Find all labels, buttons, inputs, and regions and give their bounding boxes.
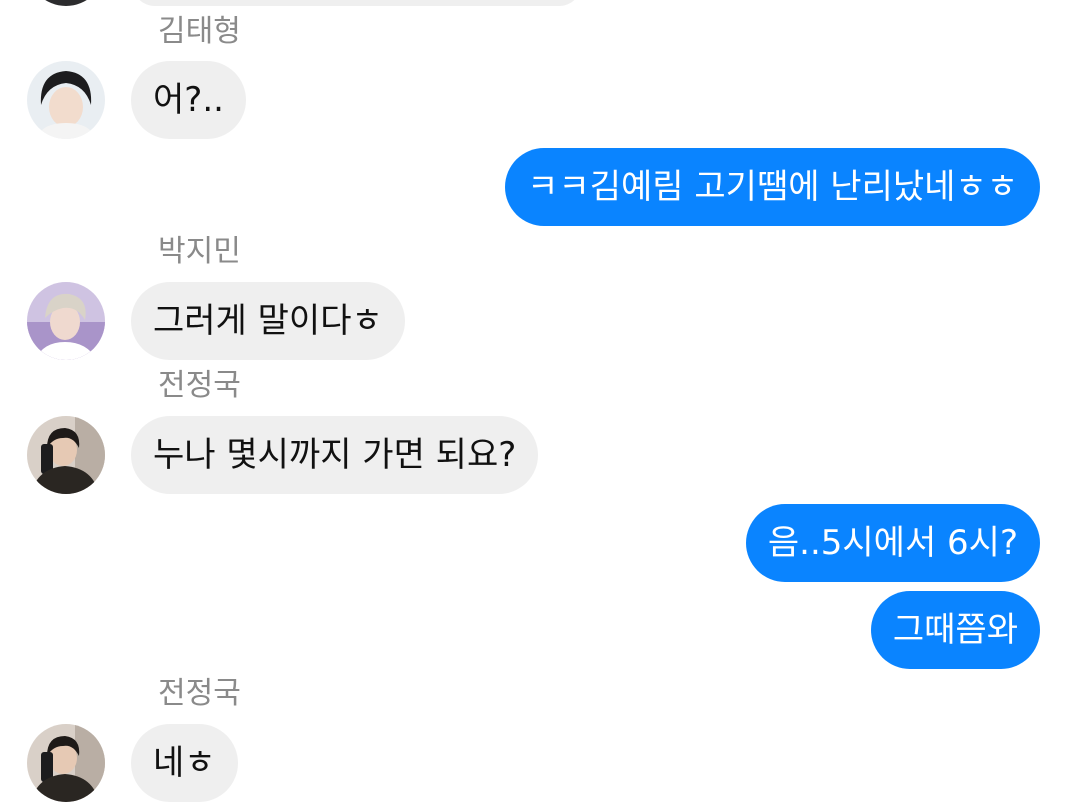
message-bubble-outgoing[interactable]: ㅋㅋ김예림 고기땜에 난리났네ㅎㅎ — [505, 148, 1040, 226]
message-bubble-incoming[interactable]: 그러게 말이다ㅎ — [131, 282, 405, 360]
user-avatar-icon[interactable] — [27, 282, 105, 360]
message-bubble-incoming[interactable]: 네ㅎ — [131, 724, 238, 802]
message-bubble-incoming[interactable]: 어?.. — [131, 61, 246, 139]
sender-name: 김태형 — [158, 14, 241, 49]
user-avatar-icon[interactable] — [27, 724, 105, 802]
user-avatar-icon[interactable] — [27, 61, 105, 139]
message-bubble-outgoing[interactable]: 그때쯤와 — [870, 591, 1040, 669]
message-bubble-incoming[interactable]: 누나 몇시까지 가면 되요? — [131, 416, 539, 494]
user-avatar-icon[interactable] — [27, 416, 105, 494]
message-bubble-outgoing[interactable]: 음..5시에서 6시? — [745, 504, 1040, 582]
message-bubble-incoming[interactable] — [132, 0, 582, 6]
sender-name: 전정국 — [158, 676, 241, 711]
chat-thread[interactable]: 김태형 어?.. ㅋㅋ김예림 고기땜에 난리났네ㅎㅎ 박지민 그러게 말이다ㅎ … — [0, 0, 1080, 810]
sender-name: 박지민 — [158, 234, 241, 269]
sender-name: 전정국 — [158, 368, 241, 403]
user-avatar-icon[interactable] — [27, 0, 105, 6]
